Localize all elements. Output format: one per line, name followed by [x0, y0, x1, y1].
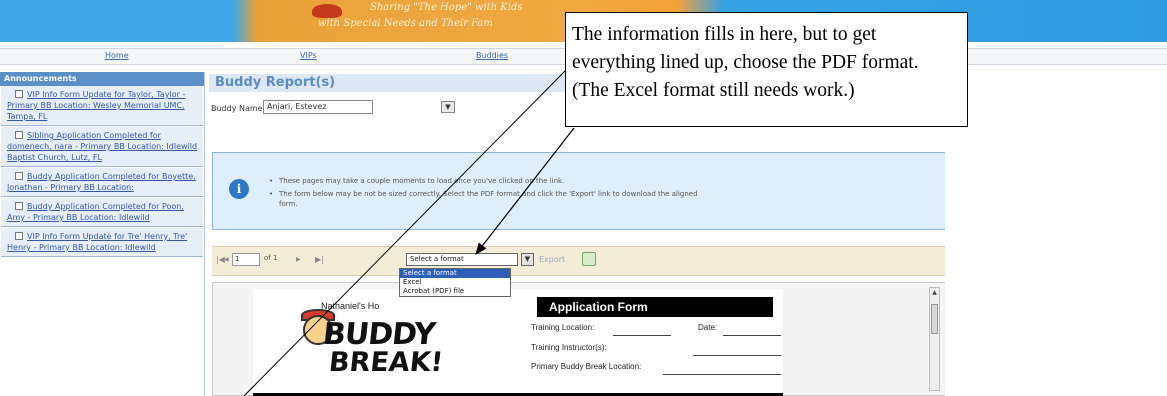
chevron-down-icon[interactable]: ▼ [521, 253, 534, 266]
announcement-link[interactable]: VIP Info Form Update for Taylor, Taylor … [7, 90, 185, 121]
page-count: of 1 [264, 254, 278, 262]
banner-tagline-2: with Special Needs and Their Fam [318, 18, 493, 29]
announcement-item[interactable]: Sibling Application Completed for domene… [1, 127, 203, 167]
checkbox-icon[interactable] [15, 202, 23, 210]
checkbox-icon[interactable] [15, 90, 23, 98]
announcement-link[interactable]: Sibling Application Completed for domene… [7, 131, 197, 162]
form-title: Application Form [537, 297, 773, 317]
prev-page-icon[interactable]: ◀ [224, 256, 229, 263]
announcement-item[interactable]: VIP Info Form Update for Tre' Henry, Tre… [1, 228, 203, 257]
training-location-label: Training Location: [531, 323, 595, 332]
banner-logo-icon [312, 4, 342, 18]
buddy-name-select[interactable]: Anjari, Estevez [263, 100, 373, 114]
info-line-3: form. [279, 200, 298, 208]
export-link[interactable]: Export [539, 255, 565, 264]
info-bullet-icon: • [269, 190, 274, 198]
nav-vips-link[interactable]: VIPs [300, 51, 317, 60]
page-number-input[interactable]: 1 [232, 253, 260, 266]
announcement-link[interactable]: VIP Info Form Update for Tre' Henry, Tre… [7, 232, 187, 252]
report-scrollbar[interactable]: ▲ [929, 287, 940, 391]
training-location-line [613, 335, 671, 336]
refresh-icon[interactable] [582, 252, 596, 266]
date-label: Date: [698, 323, 718, 332]
training-instructor-label: Training Instructor(s): [531, 343, 607, 352]
nav-buddies-link[interactable]: Buddies [476, 51, 508, 60]
checkbox-icon[interactable] [15, 172, 23, 180]
report-viewer: Nathaniel's Ho BUDDY BREAK! Application … [212, 282, 947, 396]
banner-tagline-1: Sharing "The Hope" with Kids [370, 2, 523, 13]
scroll-up-icon[interactable]: ▲ [930, 288, 939, 297]
info-line-2: The form below may be not be sized corre… [279, 190, 698, 198]
announcement-item[interactable]: Buddy Application Completed for Boyette,… [1, 168, 203, 197]
primary-location-line [663, 374, 781, 375]
last-page-icon[interactable]: ▶| [315, 255, 324, 264]
report-page: Nathaniel's Ho BUDDY BREAK! Application … [253, 289, 783, 396]
next-page-icon[interactable]: ▶ [296, 256, 301, 263]
report-toolbar: |◀ ◀ 1 of 1 ▶ ▶| Select a format ▼ Expor… [212, 246, 947, 276]
callout-line-2: everything lined up, choose the PDF form… [572, 52, 919, 73]
chevron-down-icon[interactable]: ▼ [441, 101, 455, 113]
announcements-sidebar: Announcements VIP Info Form Update for T… [0, 72, 205, 396]
info-icon: i [229, 179, 249, 199]
format-dropdown-list: Select a format Excel Acrobat (PDF) file [399, 268, 511, 297]
annotation-callout: The information fills in here, but to ge… [565, 12, 968, 127]
logo-caption: Nathaniel's Ho [321, 301, 380, 311]
checkbox-icon[interactable] [15, 131, 23, 139]
info-line-1: These pages may take a couple moments to… [279, 177, 565, 185]
buddy-name-label: Buddy Name: [211, 104, 266, 113]
scroll-thumb[interactable] [931, 304, 938, 334]
announcement-item[interactable]: Buddy Application Completed for Poon, Am… [1, 198, 203, 227]
logo-text-break: BREAK! [327, 347, 445, 378]
training-instructor-line [693, 355, 781, 356]
info-message-box: i • These pages may take a couple moment… [212, 152, 947, 230]
checkbox-icon[interactable] [15, 232, 23, 240]
callout-line-1: The information fills in here, but to ge… [572, 24, 877, 45]
format-option-select[interactable]: Select a format [400, 269, 510, 278]
format-option-excel[interactable]: Excel [400, 278, 510, 287]
primary-location-label: Primary Buddy Break Location: [531, 362, 642, 371]
right-margin [945, 72, 1167, 396]
format-option-pdf[interactable]: Acrobat (PDF) file [400, 287, 510, 296]
announcement-item[interactable]: VIP Info Form Update for Taylor, Taylor … [1, 86, 203, 126]
info-bullet-icon: • [269, 177, 274, 185]
announcement-link[interactable]: Buddy Application Completed for Boyette,… [7, 172, 196, 192]
format-select[interactable]: Select a format [406, 253, 518, 266]
callout-line-3: (The Excel format still needs work.) [572, 80, 855, 101]
announcements-title: Announcements [0, 72, 204, 86]
nav-home-link[interactable]: Home [105, 51, 129, 60]
date-line [723, 335, 781, 336]
announcement-link[interactable]: Buddy Application Completed for Poon, Am… [7, 202, 184, 222]
